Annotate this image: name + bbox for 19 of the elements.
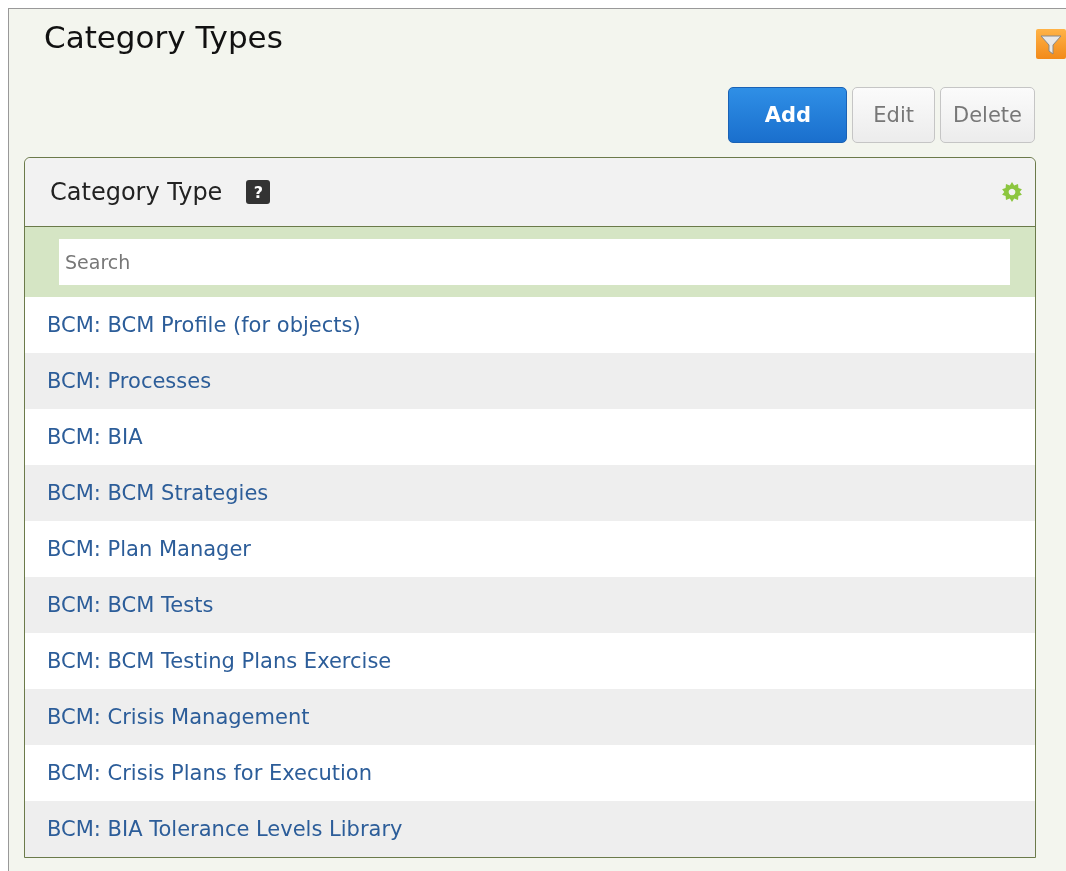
toolbar-button[interactable]: Add — [728, 87, 848, 143]
list-item[interactable]: BCM: Crisis Plans for Execution — [47, 761, 372, 785]
list-item[interactable]: BCM: Plan Manager — [47, 537, 251, 561]
list-item[interactable]: BCM: BCM Tests — [47, 593, 214, 617]
panel-title: Category Type — [50, 178, 223, 206]
list-item[interactable]: BCM: BCM Profile (for objects) — [47, 313, 361, 337]
list-item[interactable]: BCM: BCM Testing Plans Exercise — [47, 649, 392, 673]
list-item[interactable]: BCM: BIA — [47, 425, 143, 449]
page-title: Category Types — [44, 19, 283, 55]
list-item[interactable]: BCM: BIA Tolerance Levels Library — [47, 817, 403, 841]
settings-icon[interactable] — [1001, 181, 1023, 203]
help-icon[interactable]: ? — [246, 180, 271, 204]
list-item[interactable]: BCM: BCM Strategies — [47, 481, 269, 505]
toolbar-button[interactable]: Edit — [852, 87, 935, 143]
search-field[interactable]: Search — [59, 239, 1010, 285]
toolbar-button[interactable]: Delete — [940, 87, 1035, 143]
list-item[interactable]: BCM: Crisis Management — [47, 705, 310, 729]
list-item[interactable]: BCM: Processes — [47, 369, 212, 393]
filter-icon[interactable] — [1036, 29, 1066, 59]
